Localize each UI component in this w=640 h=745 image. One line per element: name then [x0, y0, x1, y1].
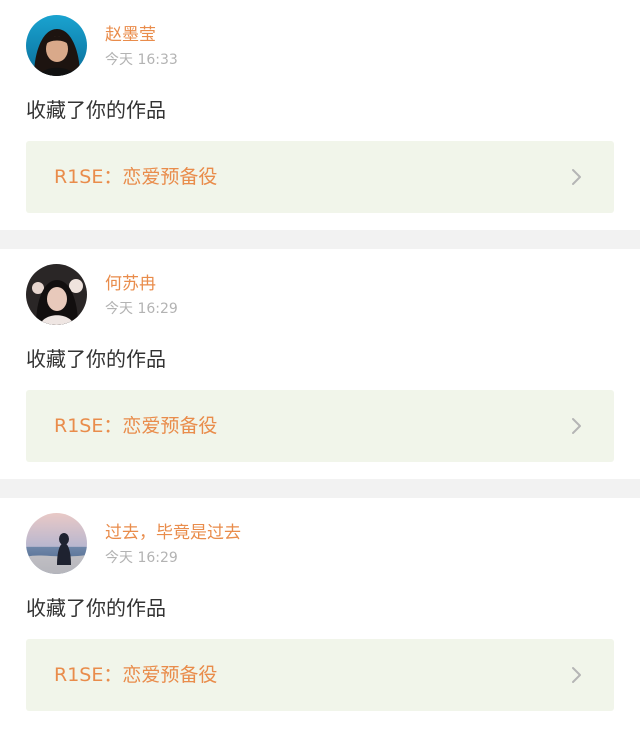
- action-text: 收藏了你的作品: [26, 347, 166, 371]
- username[interactable]: 赵墨莹: [105, 24, 156, 46]
- avatar-beach-icon: [26, 513, 87, 574]
- work-title: R1SE：恋爱预备役: [54, 415, 218, 437]
- work-link-card[interactable]: R1SE：恋爱预备役: [26, 141, 614, 213]
- notification-item: 过去，毕竟是过去 今天 16:29 收藏了你的作品 R1SE：恋爱预备役: [0, 498, 640, 728]
- timestamp: 今天 16:29: [105, 301, 178, 317]
- username[interactable]: 过去，毕竟是过去: [105, 522, 241, 544]
- notification-item: 赵墨莹 今天 16:33 收藏了你的作品 R1SE：恋爱预备役: [0, 0, 640, 230]
- work-link-card[interactable]: R1SE：恋爱预备役: [26, 390, 614, 462]
- username[interactable]: 何苏冉: [105, 273, 156, 295]
- avatar[interactable]: [26, 264, 87, 325]
- work-title: R1SE：恋爱预备役: [54, 664, 218, 686]
- timestamp: 今天 16:33: [105, 52, 178, 68]
- chevron-right-icon: [572, 667, 581, 683]
- action-text: 收藏了你的作品: [26, 596, 166, 620]
- chevron-right-icon: [572, 418, 581, 434]
- avatar-girl-icon: [26, 15, 87, 76]
- avatar-woman-icon: [26, 264, 87, 325]
- avatar[interactable]: [26, 513, 87, 574]
- chevron-right-icon: [572, 169, 581, 185]
- separator: [0, 479, 640, 498]
- avatar[interactable]: [26, 15, 87, 76]
- timestamp: 今天 16:29: [105, 550, 178, 566]
- work-title: R1SE：恋爱预备役: [54, 166, 218, 188]
- work-link-card[interactable]: R1SE：恋爱预备役: [26, 639, 614, 711]
- notification-feed: 赵墨莹 今天 16:33 收藏了你的作品 R1SE：恋爱预备役 何苏冉 今天 1…: [0, 0, 640, 728]
- action-text: 收藏了你的作品: [26, 98, 166, 122]
- notification-item: 何苏冉 今天 16:29 收藏了你的作品 R1SE：恋爱预备役: [0, 249, 640, 479]
- separator: [0, 230, 640, 249]
